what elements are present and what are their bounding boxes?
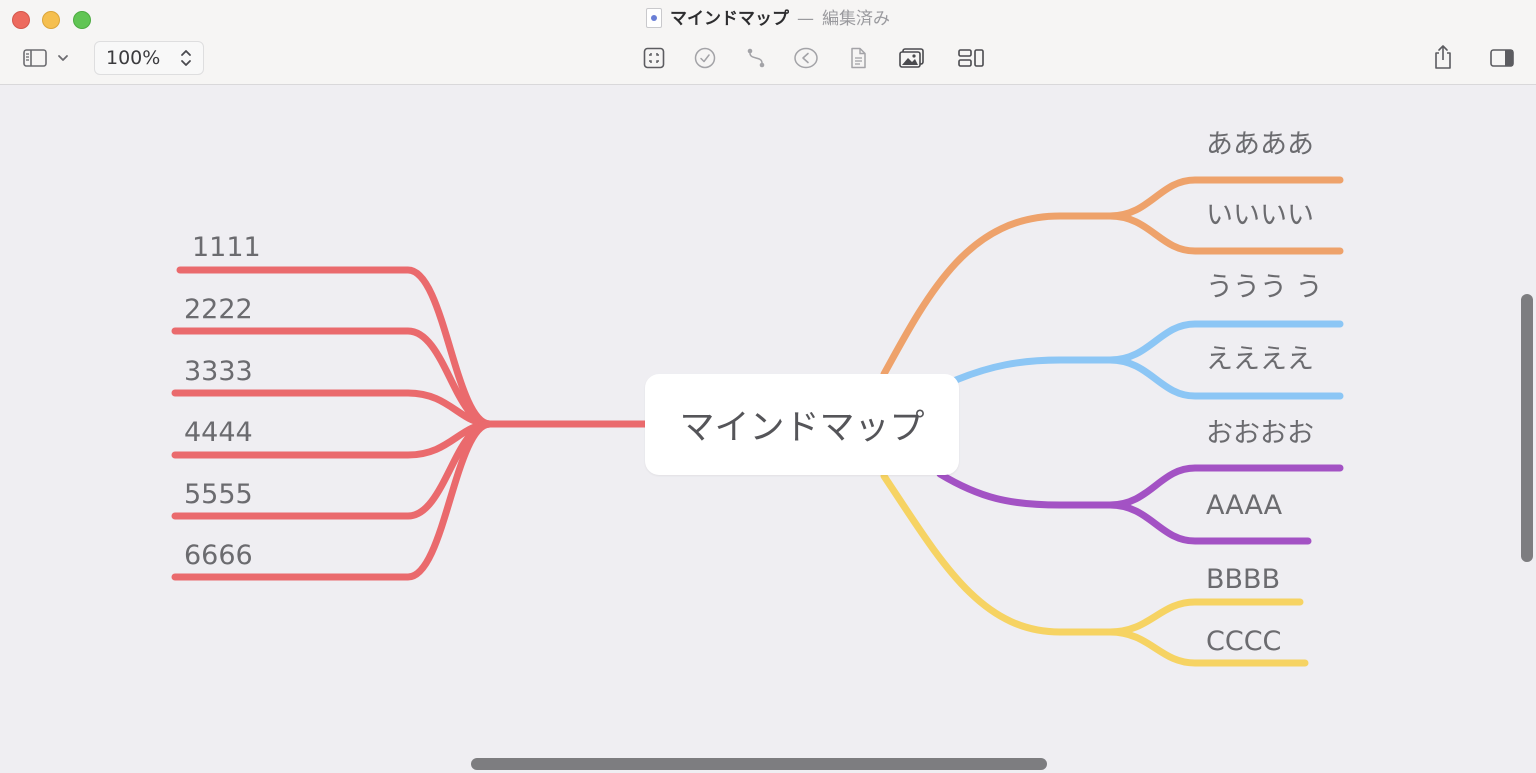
subtopic-2222[interactable]: 2222 — [184, 294, 253, 326]
subtopic-aaaa-jp[interactable]: ああああ — [1206, 129, 1314, 161]
subtopic-3333[interactable]: 3333 — [184, 356, 253, 388]
subtopic-uuuu-jp[interactable]: ううう う — [1206, 272, 1323, 304]
app-window: マインドマップ — 編集済み 100% マインドマップ 1111 2222 33… — [0, 0, 1536, 773]
central-topic[interactable]: マインドマップ — [645, 374, 959, 475]
subtopic-4444[interactable]: 4444 — [184, 417, 253, 449]
subtopic-oooo-jp[interactable]: おおおお — [1206, 418, 1314, 450]
subtopic-cccc[interactable]: CCCC — [1206, 626, 1281, 658]
connector-purple-main — [936, 470, 1114, 509]
subtopic-iiii-jp[interactable]: いいいい — [1206, 200, 1314, 232]
horizontal-scrollbar[interactable] — [471, 758, 1047, 770]
subtopic-eeee-jp[interactable]: ええええ — [1206, 344, 1314, 376]
connector-blue-main — [952, 356, 1114, 384]
subtopic-1111[interactable]: 1111 — [192, 232, 261, 264]
subtopic-6666[interactable]: 6666 — [184, 540, 253, 572]
vertical-scrollbar[interactable] — [1521, 294, 1533, 562]
connector-orange-main — [880, 212, 1114, 378]
subtopic-5555[interactable]: 5555 — [184, 479, 253, 511]
subtopic-bbbb[interactable]: BBBB — [1206, 564, 1280, 596]
central-topic-label: マインドマップ — [679, 408, 925, 448]
subtopic-aaaa-en[interactable]: AAAA — [1206, 490, 1282, 522]
